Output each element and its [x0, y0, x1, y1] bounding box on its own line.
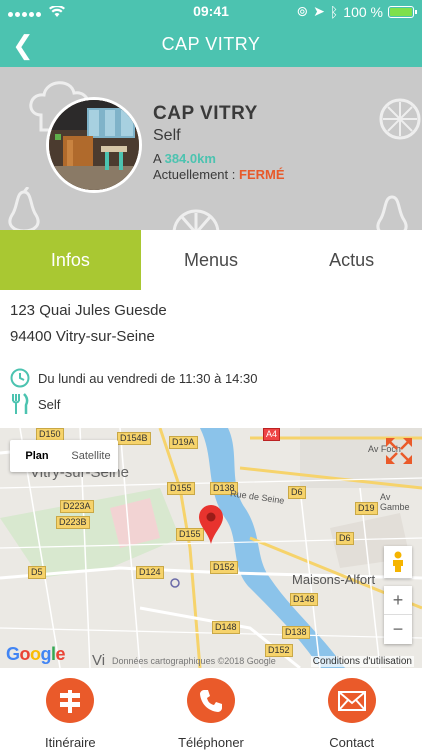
road-label: D138	[282, 626, 310, 639]
distance-line: A 384.0km	[153, 151, 216, 166]
pear-decoration-right	[376, 195, 408, 230]
road-label: D152	[210, 561, 238, 574]
itinerary-button[interactable]: Itinéraire	[0, 668, 141, 750]
navigation-bar: ❮ CAP VITRY	[0, 22, 422, 67]
road-label: D223A	[60, 500, 94, 513]
opening-status: Actuellement : FERMÉ	[153, 167, 285, 182]
restaurant-type: Self	[153, 127, 181, 144]
phone-icon	[187, 678, 235, 723]
road-label: D155	[167, 482, 195, 495]
orientation-lock-icon: ⊚	[296, 3, 309, 19]
status-badge: FERMÉ	[239, 167, 285, 182]
call-label: Téléphoner	[178, 735, 244, 750]
zoom-out-button[interactable]: −	[384, 615, 412, 644]
action-bar: Itinéraire Téléphoner Contact	[0, 668, 422, 750]
road-label: D148	[212, 621, 240, 634]
status-prefix: Actuellement :	[153, 167, 236, 182]
signpost-icon	[46, 678, 95, 723]
place-label: Av Gambe	[380, 492, 410, 512]
clock-icon	[10, 368, 30, 388]
road-label: D5	[28, 566, 46, 579]
pear-decoration	[8, 187, 40, 230]
map-type-switch: Plan Satellite	[10, 440, 118, 472]
road-label: D19	[355, 502, 378, 515]
location-map[interactable]: D150 D154B D19A A4 D155 D138 D6 D223A D2…	[0, 428, 422, 668]
contact-label: Contact	[329, 735, 375, 750]
lemon-slice-decoration	[379, 98, 421, 140]
place-label: Vi	[92, 652, 106, 668]
tab-actus[interactable]: Actus	[281, 230, 422, 290]
road-label: D154B	[117, 432, 151, 445]
map-credits: Données cartographiques ©2018 Google	[112, 656, 276, 666]
tab-infos[interactable]: Infos	[0, 230, 141, 290]
mail-icon	[327, 678, 376, 723]
road-label: D148	[290, 593, 318, 606]
road-label: D223B	[56, 516, 90, 529]
road-label: D19A	[169, 436, 198, 449]
restaurant-interior-image	[49, 100, 139, 190]
distance-value: 384.0km	[164, 151, 216, 166]
itinerary-label: Itinéraire	[45, 735, 96, 750]
hours-text: Du lundi au vendredi de 11:30 à 14:30	[38, 370, 258, 386]
service-type-text: Self	[38, 396, 61, 412]
page-title: CAP VITRY	[161, 34, 261, 54]
street-view-button[interactable]	[384, 546, 412, 578]
map-terms-link[interactable]: Conditions d'utilisation	[310, 656, 414, 667]
orange-slice-decoration	[172, 209, 220, 230]
transit-station-icon	[170, 578, 180, 588]
road-label: D6	[288, 486, 306, 499]
restaurant-photo	[46, 97, 142, 193]
distance-prefix: A	[153, 151, 161, 166]
cutlery-icon	[12, 393, 29, 414]
hours-row: Du lundi au vendredi de 11:30 à 14:30	[10, 368, 257, 388]
map-type-satellite[interactable]: Satellite	[64, 440, 118, 472]
place-label: Maisons-Alfort	[292, 572, 376, 587]
zoom-in-button[interactable]: +	[384, 586, 412, 615]
bluetooth-icon: ᛒ	[329, 3, 339, 20]
pegman-icon	[393, 551, 403, 572]
map-type-plan[interactable]: Plan	[10, 440, 64, 472]
road-label: D124	[136, 566, 164, 579]
restaurant-header: CAP VITRY Self A 384.0km Actuellement : …	[0, 67, 422, 230]
tab-bar: Infos Menus Actus	[0, 230, 422, 290]
location-icon: ➤	[313, 3, 325, 19]
fullscreen-icon[interactable]	[384, 436, 414, 466]
call-button[interactable]: Téléphoner	[141, 668, 282, 750]
status-bar: 09:41 ⊚ ➤ ᛒ 100 %	[0, 0, 422, 22]
zoom-controls: + −	[384, 586, 412, 644]
tab-menus[interactable]: Menus	[141, 230, 282, 290]
address-line-1: 123 Quai Jules Guesde	[10, 302, 167, 319]
map-pin-icon[interactable]	[198, 504, 224, 544]
address-line-2: 94400 Vitry-sur-Seine	[10, 328, 155, 345]
road-label: A4	[263, 428, 281, 441]
restaurant-name: CAP VITRY	[153, 103, 258, 124]
google-logo: Google	[6, 644, 66, 664]
road-label: D6	[336, 532, 354, 545]
service-type-row: Self	[10, 393, 60, 415]
status-indicators: ⊚ ➤ ᛒ 100 %	[296, 3, 417, 20]
contact-button[interactable]: Contact	[281, 668, 422, 750]
battery-icon	[388, 5, 417, 18]
battery-label: 100 %	[343, 3, 383, 20]
